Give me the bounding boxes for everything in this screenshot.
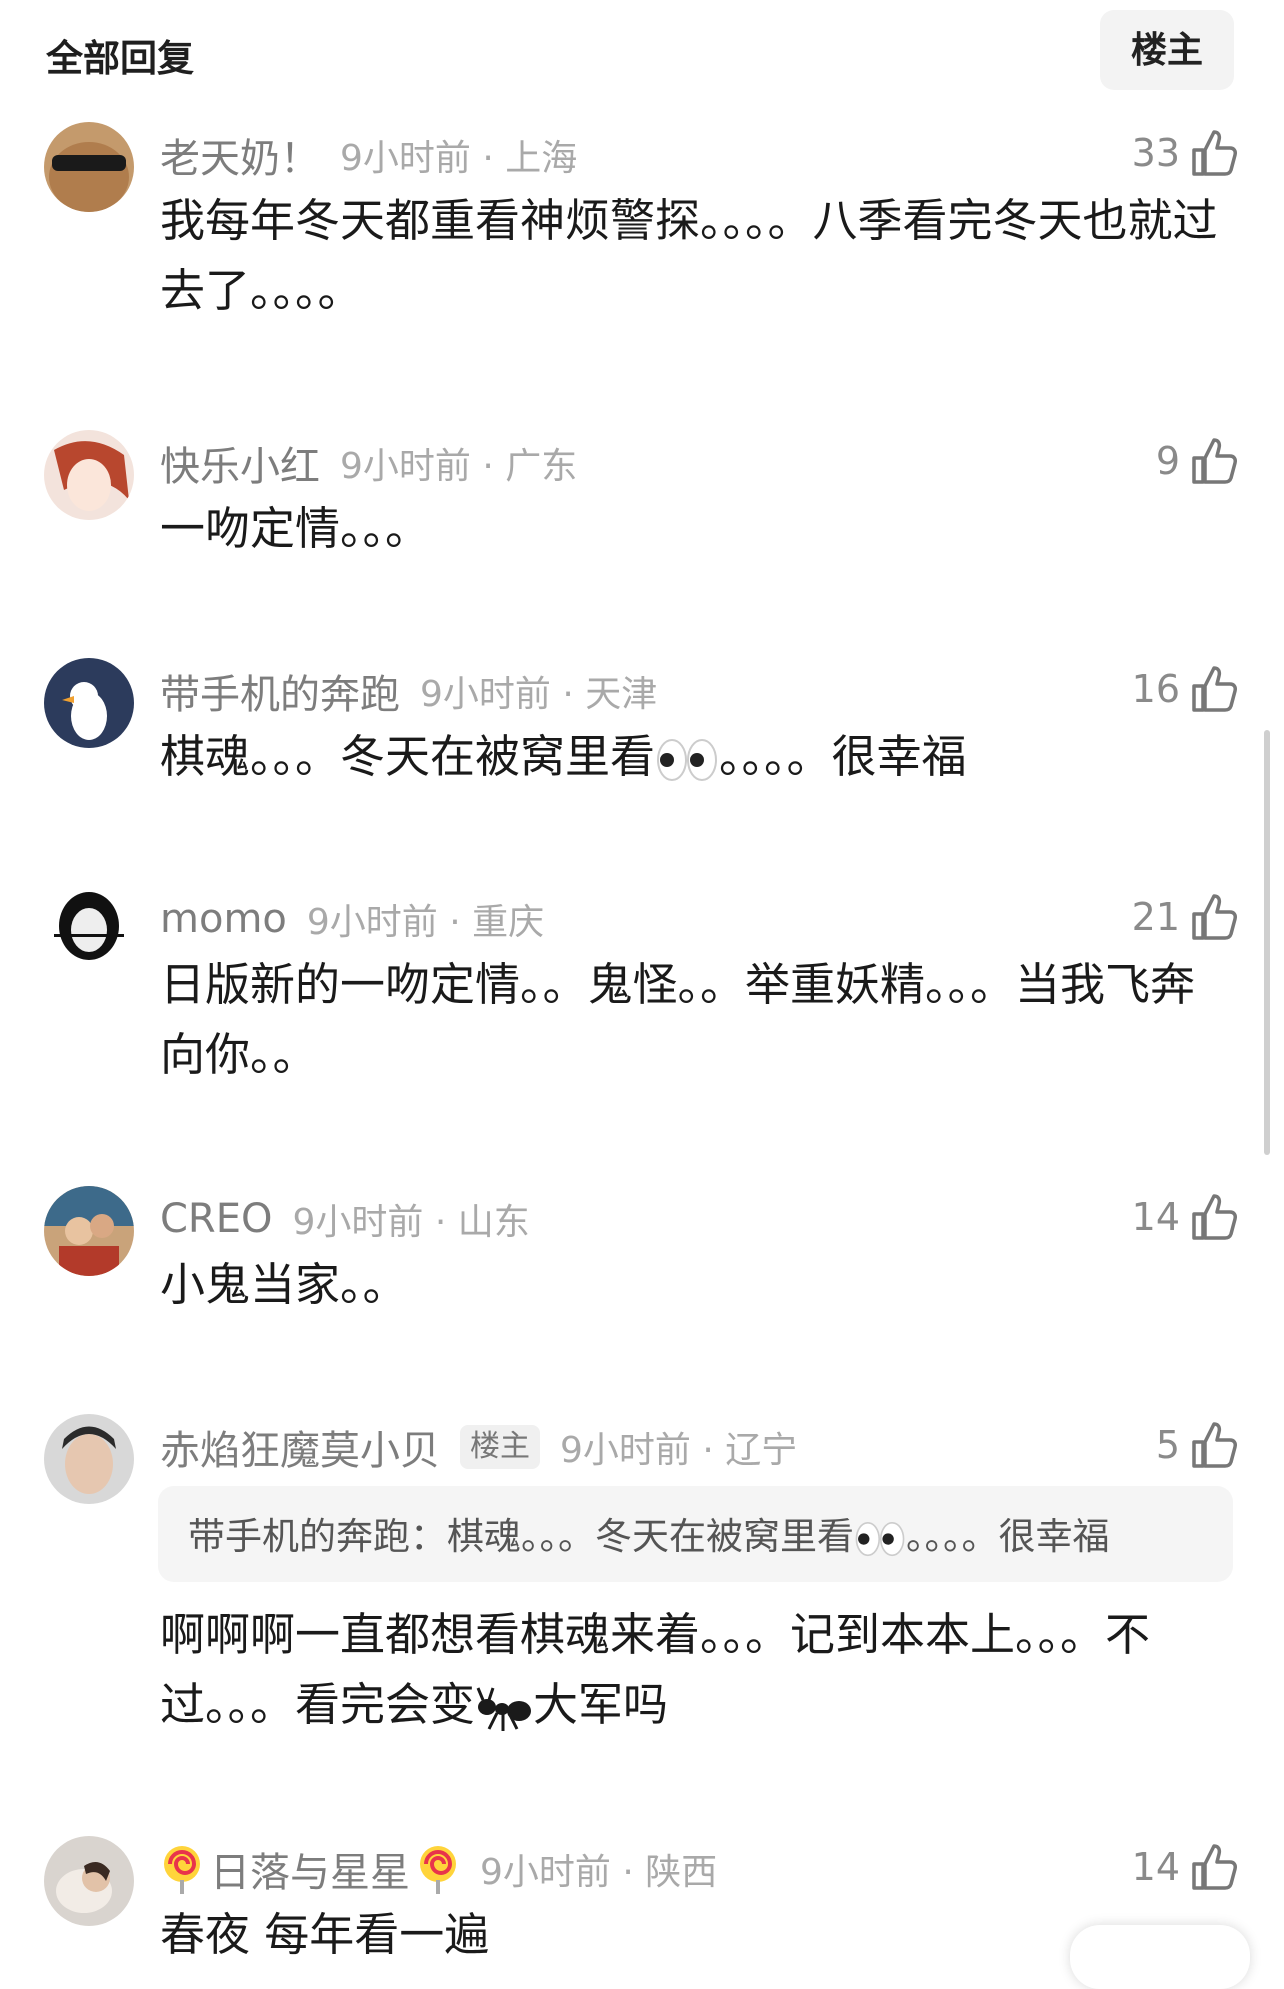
comment-meta: 赤焰狂魔莫小贝 楼主 9小时前 · 辽宁 [160, 1422, 798, 1474]
username[interactable]: 快乐小红 [160, 434, 320, 492]
comment-meta: CREO 9小时前 · 山东 [160, 1194, 530, 1244]
lollipop-emoji-icon [420, 1846, 456, 1894]
avatar[interactable] [44, 1186, 134, 1276]
username[interactable]: 日落与星星 [210, 1840, 410, 1898]
comment-text: 棋魂。。。冬天在被窝里看 。。。。很幸福 [160, 722, 1220, 792]
timestamp-location: 9小时前 · 辽宁 [560, 1430, 798, 1471]
like-count: 9 [1155, 439, 1180, 483]
comment-meta: 老天奶！ 9小时前 · 上海 [160, 130, 578, 182]
lollipop-emoji-icon [164, 1846, 200, 1894]
thumbs-up-icon [1192, 1422, 1237, 1468]
quoted-reply[interactable]: 带手机的奔跑：棋魂。。。冬天在被窝里看 。。。。很幸福 [158, 1486, 1233, 1582]
op-badge: 楼主 [460, 1425, 540, 1469]
eyes-emoji-icon [657, 739, 718, 781]
avatar[interactable] [44, 658, 134, 748]
avatar[interactable] [44, 122, 134, 212]
comment-text: 春夜 每年看一遍 [160, 1908, 490, 1961]
timestamp-location: 9小时前 · 山东 [292, 1202, 530, 1243]
scrollbar[interactable] [1264, 730, 1270, 1155]
ant-emoji-icon [476, 1687, 532, 1731]
avatar[interactable] [44, 1836, 134, 1926]
like-count: 14 [1131, 1195, 1180, 1239]
username[interactable]: momo [160, 896, 287, 942]
username[interactable]: 老天奶！ [160, 126, 320, 184]
avatar[interactable] [44, 886, 134, 976]
quoted-text: 带手机的奔跑：棋魂。。。冬天在被窝里看 。。。。很幸福 [188, 1506, 1110, 1560]
comment-item: 快乐小红 9小时前 · 广东 9 一吻定情。。。 [0, 430, 1284, 555]
comment-text: 日版新的一吻定情。。鬼怪。。举重妖精。。。当我飞奔向你。。 [160, 958, 1196, 1081]
comment-item: 带手机的奔跑 9小时前 · 天津 16 棋魂。。。冬天在被窝里看 。。。。很幸福 [0, 658, 1284, 783]
like-count: 5 [1155, 1423, 1180, 1467]
thumbs-up-icon [1192, 438, 1237, 484]
floating-action-button[interactable] [1070, 1925, 1250, 1989]
comment-text: 我每年冬天都重看神烦警探。。。。八季看完冬天也就过去了。。。。 [160, 194, 1218, 317]
comment-meta: momo 9小时前 · 重庆 [160, 894, 544, 944]
comment-meta: 带手机的奔跑 9小时前 · 天津 [160, 666, 658, 718]
comment-text-part: 棋魂。。。冬天在被窝里看 [160, 730, 656, 783]
thumbs-up-icon [1192, 1844, 1237, 1890]
like-button[interactable]: 16 [1132, 664, 1238, 714]
like-button[interactable]: 33 [1132, 128, 1238, 178]
username[interactable]: 带手机的奔跑 [160, 662, 400, 720]
like-button[interactable]: 14 [1132, 1192, 1238, 1242]
comment-meta: 快乐小红 9小时前 · 广东 [160, 438, 578, 490]
comment-item: 赤焰狂魔莫小贝 楼主 9小时前 · 辽宁 5 带手机的奔跑：棋魂。。。冬天在被窝… [0, 1414, 1284, 1754]
timestamp-location: 9小时前 · 重庆 [306, 902, 545, 943]
timestamp-location: 9小时前 · 上海 [340, 138, 578, 179]
avatar[interactable] [44, 1414, 134, 1504]
op-only-filter-button[interactable]: 楼主 [1100, 10, 1234, 90]
comment-text: 一吻定情。。。 [160, 502, 431, 555]
page-title: 全部回复 [46, 37, 194, 80]
thumbs-up-icon [1192, 130, 1237, 176]
comment-text-part: 大军吗 [533, 1678, 669, 1731]
like-button[interactable]: 14 [1132, 1842, 1238, 1892]
username[interactable]: 赤焰狂魔莫小贝 [160, 1418, 440, 1476]
comment-item: 老天奶！ 9小时前 · 上海 33 我每年冬天都重看神烦警探。。。。八季看完冬天… [0, 122, 1284, 322]
like-count: 21 [1131, 895, 1180, 939]
like-button[interactable]: 21 [1132, 892, 1238, 942]
like-button[interactable]: 5 [1156, 1420, 1238, 1470]
comment-text: 小鬼当家。。 [160, 1258, 408, 1311]
quoted-text-part: 带手机的奔跑：棋魂。。。冬天在被窝里看 [188, 1515, 854, 1558]
comment-item: momo 9小时前 · 重庆 21 日版新的一吻定情。。鬼怪。。举重妖精。。。当… [0, 886, 1284, 1086]
timestamp-location: 9小时前 · 陕西 [480, 1852, 718, 1893]
like-count: 33 [1131, 131, 1180, 175]
quoted-text-part: 。。。。很幸福 [906, 1515, 1110, 1558]
like-count: 16 [1131, 667, 1180, 711]
replies-header: 全部回复 楼主 [0, 0, 1284, 100]
thumbs-up-icon [1192, 666, 1237, 712]
avatar[interactable] [44, 430, 134, 520]
timestamp-location: 9小时前 · 广东 [340, 446, 578, 487]
like-count: 14 [1131, 1845, 1180, 1889]
thumbs-up-icon [1192, 1194, 1237, 1240]
like-button[interactable]: 9 [1156, 436, 1238, 486]
comment-item: CREO 9小时前 · 山东 14 小鬼当家。。 [0, 1186, 1284, 1311]
comment-text-part: 。。。。很幸福 [719, 730, 967, 783]
eyes-emoji-icon [855, 1521, 905, 1556]
comment-text: 啊啊啊一直都想看棋魂来着。。。记到本本上。。。不过。。。看完会变 大军吗 [160, 1600, 1220, 1740]
thumbs-up-icon [1192, 894, 1237, 940]
comment-meta: 日落与星星 9小时前 · 陕西 [160, 1844, 718, 1896]
timestamp-location: 9小时前 · 天津 [420, 674, 658, 715]
username[interactable]: CREO [160, 1196, 272, 1242]
